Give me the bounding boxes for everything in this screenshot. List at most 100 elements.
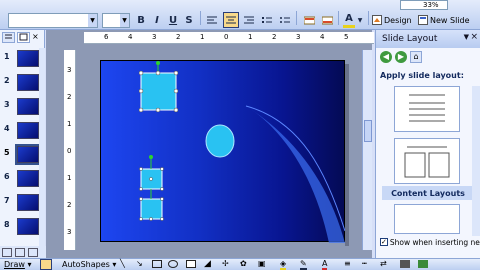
3d-style-icon[interactable] [418,260,428,268]
ruler-tick: 1 [248,33,253,41]
layout-two-content[interactable] [394,138,460,184]
font-color-button[interactable]: A [343,12,355,28]
draw-menu[interactable]: Draw ▾ [4,260,31,269]
ruler-tick: 2 [176,33,181,41]
thumbnail-scrollbar[interactable] [39,48,45,258]
close-icon[interactable]: × [32,32,40,43]
arrow-icon[interactable]: ↘ [136,259,143,268]
task-pane-title: Slide Layout [382,34,438,44]
slide-preview[interactable] [17,170,39,187]
increase-font-icon[interactable] [302,12,316,28]
design-label: Design [384,15,412,25]
new-slide-label: New Slide [430,15,470,25]
oval-icon[interactable] [168,260,178,268]
slide-canvas [138,61,346,243]
fill-color-icon[interactable]: ◈ [280,259,287,270]
dash-style-icon[interactable]: ┅ [362,259,367,268]
slide-preview[interactable] [17,194,39,211]
zoom-combo[interactable]: 33% [400,0,448,10]
font-name-combo[interactable]: ▼ [8,13,98,28]
slide-preview[interactable] [17,122,39,139]
design-icon [372,15,382,25]
rotate-handle[interactable] [149,155,153,159]
autoshapes-menu[interactable]: AutoShapes ▾ [62,260,116,269]
outline-tab[interactable] [2,32,15,43]
task-pane-scrollbar[interactable] [472,86,480,236]
font-size-combo[interactable]: ▼ [102,13,130,28]
chevron-down-icon[interactable]: ▼ [88,14,97,27]
circle-shape[interactable] [205,124,235,158]
slideshow-icon[interactable] [28,247,38,257]
slide-number: 3 [4,100,10,109]
view-buttons [0,246,46,258]
shadow-button[interactable]: S [182,12,196,28]
slide-sorter-icon[interactable] [15,247,25,257]
selected-square-shape[interactable] [140,72,177,111]
scrollbar-thumb[interactable] [364,120,372,142]
forward-icon[interactable]: ▶ [395,51,407,63]
clipart-icon[interactable]: ✿ [240,259,247,268]
back-icon[interactable]: ◀ [380,51,392,63]
vertical-scrollbar[interactable] [362,50,372,250]
swoosh-shape[interactable] [246,106,345,243]
outline-tabs: × [2,32,42,44]
bullets-button[interactable] [278,12,292,28]
align-right-button[interactable] [242,12,256,28]
show-when-inserting-option[interactable]: ✓ Show when inserting nev [380,236,480,248]
design-button[interactable]: Design [372,13,416,27]
diagram-icon[interactable]: ✢ [222,259,229,268]
current-slide[interactable] [100,60,346,243]
decrease-font-icon[interactable] [320,12,334,28]
textbox-icon[interactable] [186,260,196,268]
wordart-icon[interactable]: ◢ [204,259,211,269]
ruler-tick: 4 [128,33,133,41]
ruler-tick: 1 [67,120,72,128]
small-square-bottom-shape[interactable] [140,198,163,220]
rectangle-icon[interactable] [152,260,162,268]
line-style-icon[interactable]: ≡ [344,259,351,268]
autoshapes-label: AutoShapes [62,260,110,269]
slides-tab[interactable] [17,32,30,43]
slide-preview[interactable] [17,218,39,235]
select-objects-icon[interactable] [40,259,52,270]
normal-view-icon[interactable] [2,247,12,257]
layout-title-text[interactable] [394,86,460,132]
line-icon[interactable]: ╲ [120,259,125,268]
slide-preview[interactable] [17,50,39,67]
shadow-style-icon[interactable] [400,260,410,268]
show-when-inserting-checkbox[interactable]: ✓ [380,238,388,246]
slide-preview[interactable] [15,144,41,165]
new-slide-button[interactable]: New Slide [418,13,480,27]
font-color-icon[interactable]: A [322,259,328,270]
close-icon[interactable]: × [470,32,478,42]
slide-preview[interactable] [17,74,39,91]
ruler-tick: 3 [296,33,301,41]
underline-button[interactable]: U [166,12,180,28]
slide-number: 6 [4,172,10,181]
ruler-tick: 3 [67,66,72,74]
horizontal-ruler: 6 4 3 2 1 0 1 2 3 4 5 [84,32,374,44]
ruler-tick: 2 [67,201,72,209]
rotate-handle[interactable] [156,61,160,65]
align-left-button[interactable] [205,12,219,28]
bold-button[interactable]: B [134,12,148,28]
numbering-button[interactable] [260,12,274,28]
task-pane-nav: ◀ ▶ ⌂ [380,51,440,64]
chevron-down-icon[interactable]: ▼ [120,14,129,27]
ruler-tick: 5 [344,33,349,41]
home-icon[interactable]: ⌂ [410,51,422,63]
slide-number: 7 [4,196,10,205]
slide-preview[interactable] [17,98,39,115]
vertical-ruler: 3 2 1 0 1 2 3 [64,50,76,250]
ruler-tick: 2 [67,93,72,101]
arrow-style-icon[interactable]: ⇄ [380,259,387,268]
chevron-down-icon[interactable]: ▼ [356,12,364,28]
layout-blank[interactable] [394,204,460,234]
picture-icon[interactable]: ▣ [258,259,266,268]
chevron-down-icon[interactable]: ▼ [464,33,469,41]
show-when-inserting-label: Show when inserting nev [389,237,480,247]
ruler-tick: 0 [67,147,72,155]
line-color-icon[interactable]: ✎ [300,259,307,270]
align-center-button[interactable] [223,12,239,28]
italic-button[interactable]: I [150,12,164,28]
